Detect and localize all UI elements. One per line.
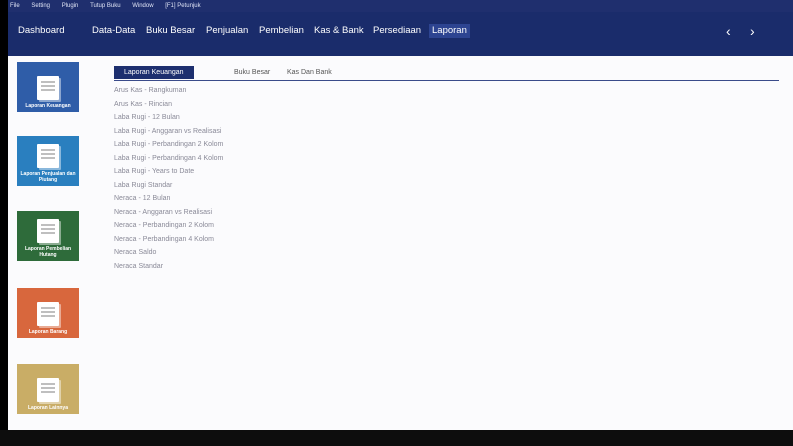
screen-bezel (0, 430, 793, 446)
tile-label: Laporan Keuangan (25, 103, 71, 109)
nav-dashboard[interactable]: Dashboard (18, 24, 64, 38)
nav-buku-besar[interactable]: Buku Besar (146, 24, 195, 38)
main-nav: Dashboard Data-Data Buku Besar Penjualan… (8, 12, 793, 56)
report-item[interactable]: Laba Rugi - Perbandingan 4 Kolom (114, 152, 223, 166)
report-item[interactable]: Arus Kas - Rangkuman (114, 84, 223, 98)
tile-laporan-pembelian-hutang[interactable]: Laporan Pembelian Hutang (17, 211, 79, 261)
menu-file[interactable]: File (10, 3, 20, 9)
report-item[interactable]: Laba Rugi - Years to Date (114, 165, 223, 179)
nav-pembelian[interactable]: Pembelian (259, 24, 304, 38)
report-document-icon (37, 219, 59, 243)
tile-label: Laporan Pembelian Hutang (24, 246, 72, 258)
menu-plugin[interactable]: Plugin (62, 3, 79, 9)
report-item[interactable]: Arus Kas - Rincian (114, 98, 223, 112)
tile-laporan-barang[interactable]: Laporan Barang (17, 288, 79, 338)
report-tabs: Laporan Keuangan Buku Besar Kas Dan Bank (114, 66, 779, 81)
tab-buku-besar[interactable]: Buku Besar (234, 66, 270, 79)
report-item[interactable]: Laba Rugi Standar (114, 179, 223, 193)
report-item[interactable]: Neraca - 12 Bulan (114, 192, 223, 206)
report-item[interactable]: Neraca Saldo (114, 246, 223, 260)
report-item[interactable]: Laba Rugi - Perbandingan 2 Kolom (114, 138, 223, 152)
tile-laporan-penjualan-piutang[interactable]: Laporan Penjualan dan Piutang (17, 136, 79, 186)
report-document-icon (37, 302, 59, 326)
report-item[interactable]: Laba Rugi - 12 Bulan (114, 111, 223, 125)
nav-prev-arrow-icon[interactable]: ‹ (726, 23, 731, 39)
menu-tutup-buku[interactable]: Tutup Buku (90, 3, 120, 9)
report-item[interactable]: Laba Rugi - Anggaran vs Realisasi (114, 125, 223, 139)
report-document-icon (37, 378, 59, 402)
menu-window[interactable]: Window (132, 3, 153, 9)
report-document-icon (37, 76, 59, 100)
tile-laporan-lainnya[interactable]: Laporan Lainnya (17, 364, 79, 414)
menu-setting[interactable]: Setting (31, 3, 50, 9)
report-item[interactable]: Neraca - Perbandingan 4 Kolom (114, 233, 223, 247)
report-item[interactable]: Neraca Standar (114, 260, 223, 274)
nav-penjualan[interactable]: Penjualan (206, 24, 248, 38)
nav-laporan[interactable]: Laporan (429, 24, 470, 38)
app-window: File Setting Plugin Tutup Buku Window [F… (8, 0, 793, 430)
report-item[interactable]: Neraca - Anggaran vs Realisasi (114, 206, 223, 220)
nav-kas-bank[interactable]: Kas & Bank (314, 24, 364, 38)
tab-kas-dan-bank[interactable]: Kas Dan Bank (287, 66, 332, 79)
tile-label: Laporan Barang (28, 329, 68, 335)
nav-next-arrow-icon[interactable]: › (750, 23, 755, 39)
report-list: Arus Kas - Rangkuman Arus Kas - Rincian … (114, 84, 223, 273)
menu-petunjuk[interactable]: [F1] Petunjuk (165, 3, 200, 9)
nav-persediaan[interactable]: Persediaan (373, 24, 421, 38)
report-item[interactable]: Neraca - Perbandingan 2 Kolom (114, 219, 223, 233)
report-document-icon (37, 144, 59, 168)
nav-data-data[interactable]: Data-Data (92, 24, 135, 38)
menu-bar: File Setting Plugin Tutup Buku Window [F… (8, 0, 793, 12)
tile-label: Laporan Lainnya (27, 405, 68, 411)
content-area: Laporan Keuangan Laporan Penjualan dan P… (8, 56, 793, 430)
tile-laporan-keuangan[interactable]: Laporan Keuangan (17, 62, 79, 112)
tab-laporan-keuangan[interactable]: Laporan Keuangan (114, 66, 194, 79)
tile-label: Laporan Penjualan dan Piutang (20, 171, 76, 183)
